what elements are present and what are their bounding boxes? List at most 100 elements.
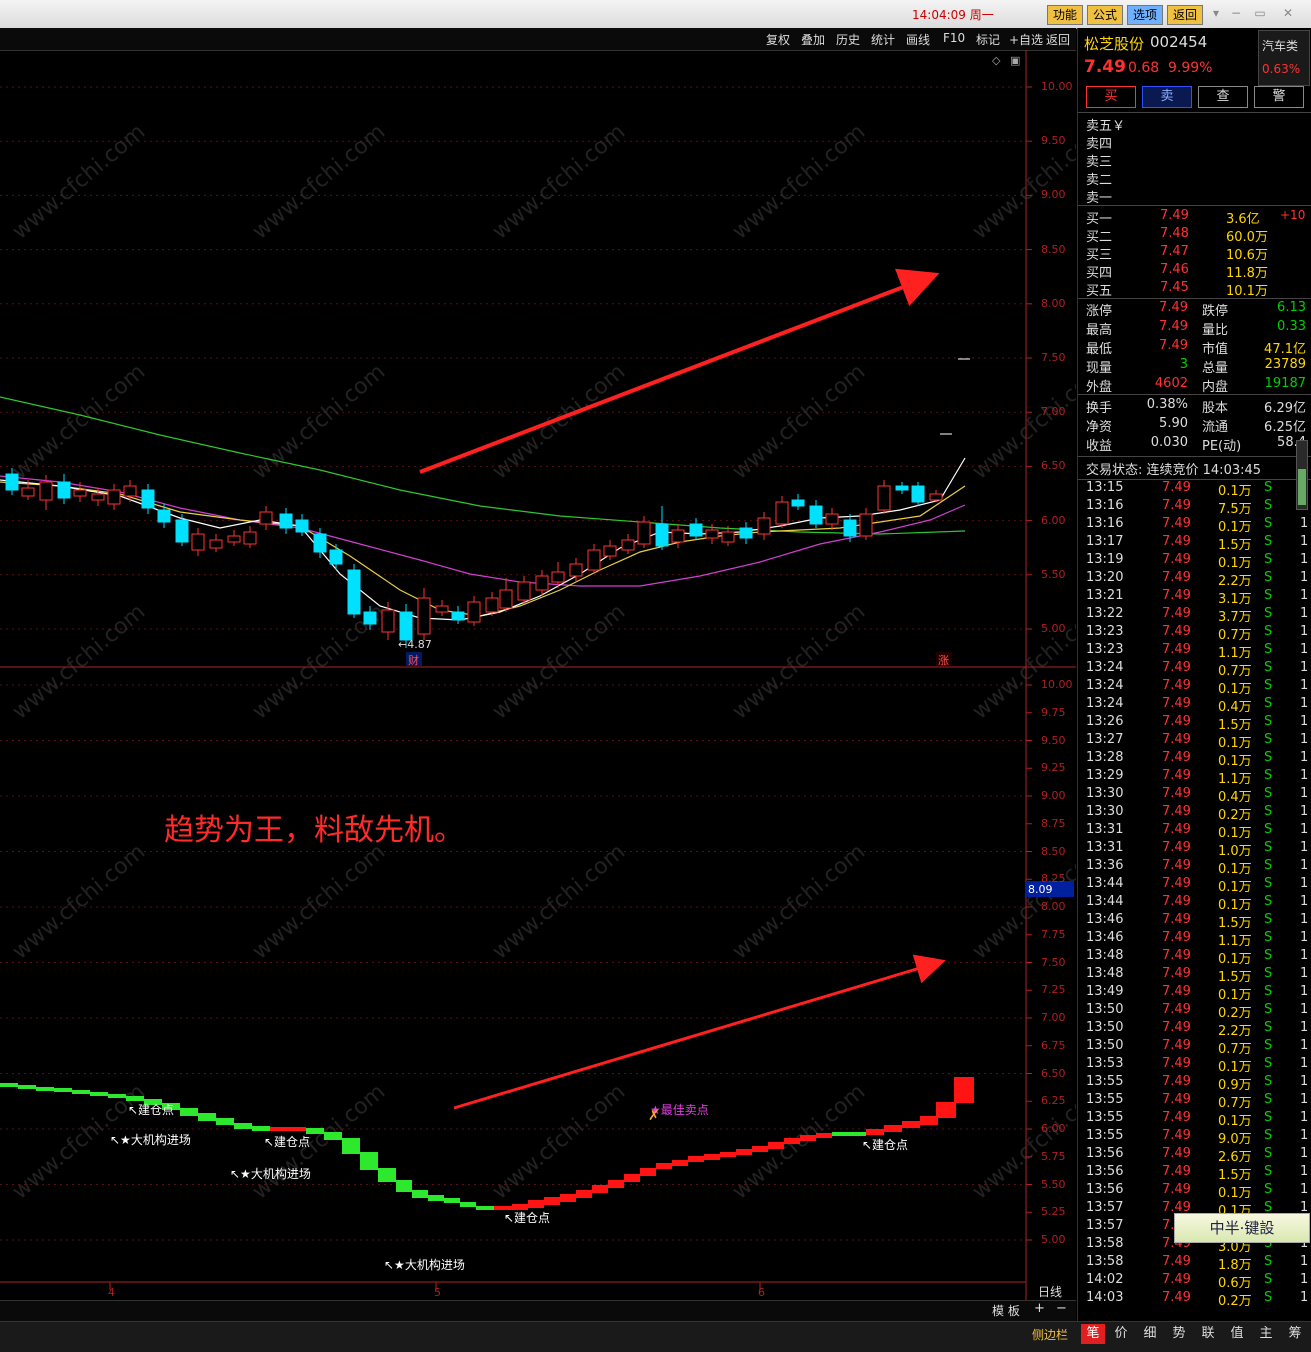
tab-zhi[interactable]: 值 bbox=[1225, 1324, 1249, 1344]
zoom-out-button[interactable]: − bbox=[1056, 1301, 1067, 1316]
add-watchlist-button[interactable]: +自选 bbox=[1009, 31, 1043, 48]
stock-name: 松芝股份 bbox=[1084, 35, 1145, 53]
quote-panel: 松芝股份 002454 汽车类 0.63% 7.49 0.68 9.99% 买 … bbox=[1077, 28, 1311, 1321]
tick-time: 13:20 bbox=[1086, 570, 1124, 585]
diamond-icon[interactable]: ◇ bbox=[992, 54, 1001, 67]
buy-level-volume: 3.6亿 bbox=[1226, 212, 1260, 227]
template-button[interactable]: 模 板 bbox=[992, 1302, 1020, 1319]
buy-button[interactable]: 买 bbox=[1086, 86, 1136, 108]
tab-zhu[interactable]: 主 bbox=[1254, 1324, 1278, 1344]
quote-label: 最低 bbox=[1086, 342, 1113, 357]
tick-volume: 1.1万 bbox=[1218, 646, 1252, 661]
tick-time: 13:50 bbox=[1086, 1038, 1124, 1053]
tick-scrollbar-thumb[interactable] bbox=[1298, 469, 1306, 505]
tick-count: 1 bbox=[1300, 1182, 1309, 1197]
chart-back-button[interactable]: 返回 bbox=[1046, 31, 1070, 48]
alert-button[interactable]: 警 bbox=[1254, 86, 1304, 108]
signal-dajigou-2: ↖★大机构进场 bbox=[230, 1166, 311, 1181]
tick-count: 1 bbox=[1300, 516, 1309, 531]
quote-label: 外盘 bbox=[1086, 380, 1113, 395]
tick-price: 7.49 bbox=[1162, 1128, 1191, 1143]
sector-name[interactable]: 汽车类 bbox=[1262, 37, 1298, 54]
tick-side: S bbox=[1264, 876, 1273, 891]
restore-icon[interactable]: ▭ bbox=[1250, 4, 1270, 22]
mark-button[interactable]: 标记 bbox=[976, 31, 1000, 48]
kline-chart[interactable]: www.cfchi.com www.cfchi.com www.cfchi.co… bbox=[0, 50, 1076, 1300]
candle-body bbox=[347, 569, 361, 615]
upper-axis-label: 7.50 bbox=[1041, 351, 1066, 364]
candle-body bbox=[911, 485, 925, 503]
upper-axis-label: 9.00 bbox=[1041, 188, 1066, 202]
statistics-button[interactable]: 统计 bbox=[871, 31, 895, 48]
svg-text:www.cfchi.com: www.cfchi.com bbox=[728, 119, 870, 244]
formula-button[interactable]: 公式 bbox=[1087, 5, 1124, 25]
tick-side: S bbox=[1264, 642, 1273, 657]
tick-volume: 0.7万 bbox=[1218, 1042, 1252, 1057]
chart-bottom-bar: 模 板 + − bbox=[0, 1300, 1076, 1321]
overlay-button[interactable]: 叠加 bbox=[801, 31, 825, 48]
tick-side: S bbox=[1264, 1038, 1273, 1053]
zhang-marker[interactable]: 涨 bbox=[938, 654, 949, 667]
tick-side: S bbox=[1264, 552, 1273, 567]
candle-body bbox=[671, 529, 685, 543]
buy-level-row: 买三 7.47 10.6万 bbox=[1078, 244, 1311, 263]
tick-volume: 0.6万 bbox=[1218, 1276, 1252, 1291]
tick-scrollbar[interactable] bbox=[1296, 440, 1308, 510]
minimize-icon[interactable]: − bbox=[1226, 4, 1246, 22]
close-icon[interactable]: ✕ bbox=[1278, 4, 1298, 22]
fin-value: 5.90 bbox=[1159, 416, 1188, 431]
tab-xi[interactable]: 细 bbox=[1138, 1324, 1162, 1344]
tab-chou[interactable]: 筹 bbox=[1283, 1324, 1307, 1344]
signal-dajigou-1: ↖★大机构进场 bbox=[110, 1132, 191, 1147]
tick-price: 7.49 bbox=[1162, 912, 1191, 927]
query-button[interactable]: 查 bbox=[1198, 86, 1248, 108]
fuquan-button[interactable]: 复权 bbox=[766, 31, 790, 48]
tick-row: 13:44 7.49 0.1万 S 1 bbox=[1078, 894, 1311, 913]
panel-toggle-icon[interactable]: ▣ bbox=[1010, 54, 1020, 67]
sell-button[interactable]: 卖 bbox=[1142, 86, 1192, 108]
quote-row: 最低 7.49 市值 47.1亿 bbox=[1078, 338, 1311, 357]
tick-price: 7.49 bbox=[1162, 696, 1191, 711]
period-label[interactable]: 日线 bbox=[1038, 1285, 1062, 1299]
tick-side: S bbox=[1264, 984, 1273, 999]
draw-line-button[interactable]: 画线 bbox=[906, 31, 930, 48]
options-button[interactable]: 选项 bbox=[1127, 5, 1164, 25]
history-button[interactable]: 历史 bbox=[836, 31, 860, 48]
f10-button[interactable]: F10 bbox=[943, 31, 965, 45]
menu-arrow-icon[interactable]: ▾ bbox=[1206, 4, 1226, 22]
sell-level-label: 卖一 bbox=[1086, 191, 1113, 206]
chart-toolbar: 复权 叠加 历史 统计 画线 F10 标记 +自选 返回 bbox=[0, 28, 1076, 51]
clock: 14:04:09 周一 bbox=[912, 8, 994, 22]
sell-level-row: 卖一 bbox=[1078, 187, 1311, 206]
step-block bbox=[902, 1121, 920, 1128]
sidebar-toggle[interactable]: 侧边栏 bbox=[1032, 1326, 1068, 1343]
tick-volume: 0.1万 bbox=[1218, 520, 1252, 535]
tick-count: 1 bbox=[1300, 858, 1309, 873]
zoom-in-button[interactable]: + bbox=[1034, 1301, 1045, 1316]
tick-side: S bbox=[1264, 1182, 1273, 1197]
tick-time: 13:28 bbox=[1086, 750, 1124, 765]
tab-shi[interactable]: 势 bbox=[1167, 1324, 1191, 1344]
step-block bbox=[360, 1152, 378, 1170]
lower-axis-label: 7.25 bbox=[1041, 983, 1066, 997]
upper-axis-label: 8.50 bbox=[1041, 242, 1066, 256]
step-block bbox=[18, 1085, 36, 1089]
tab-bi[interactable]: 笔 bbox=[1081, 1324, 1105, 1344]
function-button[interactable]: 功能 bbox=[1047, 5, 1084, 25]
slogan-text: 趋势为王，料敌先机。 bbox=[164, 813, 464, 848]
tick-row: 13:23 7.49 0.7万 S 1 bbox=[1078, 624, 1311, 643]
step-block bbox=[36, 1087, 54, 1091]
tab-jia[interactable]: 价 bbox=[1109, 1324, 1133, 1344]
tick-volume: 0.1万 bbox=[1218, 988, 1252, 1003]
tick-row: 13:53 7.49 0.1万 S 1 bbox=[1078, 1056, 1311, 1075]
cai-marker[interactable]: 财 bbox=[408, 653, 419, 667]
tick-side: S bbox=[1264, 948, 1273, 963]
sell-level-row: 卖四 bbox=[1078, 133, 1311, 152]
quote-row: 涨停 7.49 跌停 6.13 bbox=[1078, 300, 1311, 319]
back-button[interactable]: 返回 bbox=[1167, 5, 1204, 25]
svg-text:www.cfchi.com: www.cfchi.com bbox=[728, 599, 870, 724]
tab-lian[interactable]: 联 bbox=[1196, 1324, 1220, 1344]
tick-time: 13:57 bbox=[1086, 1218, 1124, 1233]
step-block bbox=[592, 1185, 608, 1193]
step-block bbox=[954, 1077, 974, 1103]
